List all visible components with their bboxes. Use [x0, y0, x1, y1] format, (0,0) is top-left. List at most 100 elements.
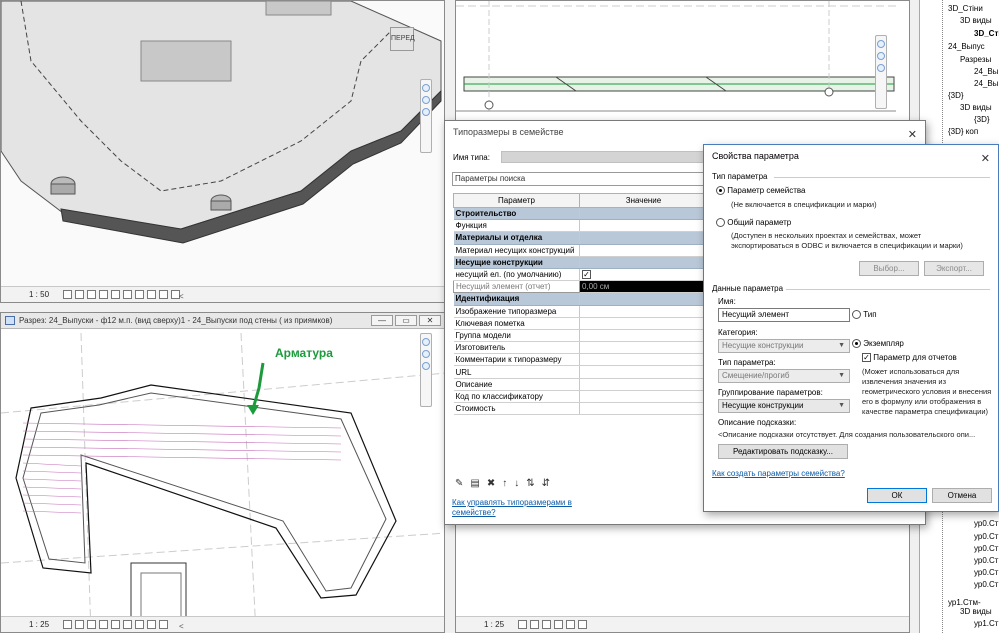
param-value-cell[interactable] — [579, 231, 708, 245]
shared-param-radio[interactable]: Общий параметр — [716, 218, 791, 228]
instance-radio[interactable]: Экземпляр — [852, 339, 904, 349]
shadows-icon[interactable] — [99, 290, 108, 299]
browser-tree-item[interactable]: 3D_Стіни — [948, 4, 983, 14]
browser-tree-item[interactable]: 3D_Сті — [974, 29, 999, 39]
edit-tooltip-button[interactable]: Редактировать подсказку... — [718, 444, 848, 459]
type-name-field[interactable] — [501, 151, 711, 163]
browser-tree-item[interactable]: 24_Вы — [974, 79, 998, 89]
report-param-checkbox[interactable]: ✓ Параметр для отчетов — [862, 353, 957, 363]
param-value-cell[interactable] — [579, 378, 708, 391]
category-select[interactable]: Несущие конструкции ▼ — [718, 339, 850, 353]
manage-types-help-link[interactable]: Как управлять типоразмерами в семействе? — [452, 498, 572, 518]
param-value-cell[interactable] — [579, 402, 708, 416]
param-value-cell[interactable] — [579, 207, 708, 221]
zoom-icon[interactable] — [422, 96, 430, 104]
table-row[interactable]: Код по классификатору — [453, 390, 708, 404]
param-value-cell[interactable] — [579, 317, 708, 330]
column-header-parameter[interactable]: Параметр — [453, 193, 580, 208]
crop-icon[interactable] — [123, 290, 132, 299]
table-row[interactable]: Материал несущих конструкций — [453, 244, 708, 257]
table-row[interactable]: Описание — [453, 378, 708, 391]
temp-hide-icon[interactable] — [159, 290, 168, 299]
render-icon[interactable] — [111, 620, 120, 629]
close-icon[interactable]: ✕ — [981, 148, 990, 170]
checkbox-checked-icon[interactable]: ✓ — [582, 270, 591, 280]
move-down-icon[interactable]: ↓ — [514, 478, 519, 489]
param-value-cell[interactable] — [579, 292, 708, 306]
grouping-select[interactable]: Несущие конструкции ▼ — [718, 399, 850, 413]
browser-tree-item[interactable]: ур0.Ст — [974, 519, 998, 529]
ok-button[interactable]: ОК — [867, 488, 927, 503]
temp-hide-icon[interactable] — [147, 620, 156, 629]
steering-wheel-icon[interactable] — [422, 84, 430, 92]
view-scale[interactable]: 1 : 25 — [29, 620, 49, 629]
edit-parameter-icon[interactable]: ✎ — [455, 478, 463, 489]
table-row[interactable]: Изготовитель — [453, 341, 708, 355]
table-row[interactable]: Несущий элемент (отчет) 0,00 см — [453, 280, 708, 294]
table-row[interactable]: Функция — [453, 219, 708, 233]
radio-unselected-icon[interactable] — [852, 310, 861, 320]
browser-tree-item[interactable]: ур0.Ст — [974, 580, 998, 590]
steering-wheel-icon[interactable] — [877, 40, 885, 48]
browser-tree-item[interactable]: ур0.Ст — [974, 556, 998, 566]
navigation-bar[interactable] — [875, 35, 887, 109]
param-value-cell[interactable] — [579, 219, 708, 233]
viewport-3d[interactable]: ПЕРЕД 1 : 50 < — [0, 0, 445, 303]
crop-region-icon[interactable] — [578, 620, 587, 629]
viewcube[interactable]: ПЕРЕД — [390, 27, 415, 51]
param-value-cell[interactable] — [579, 244, 708, 257]
view-scale[interactable]: 1 : 25 — [484, 620, 504, 629]
param-type-select[interactable]: Смещение/прогиб ▼ — [718, 369, 850, 383]
browser-tree-item[interactable]: {3D} — [948, 91, 964, 101]
browser-tree-item[interactable]: ур1.Ст — [974, 619, 998, 629]
crop-icon[interactable] — [123, 620, 132, 629]
viewport-plan[interactable]: Разрез: 24_Выпуски - ф12 м.п. (вид сверх… — [0, 312, 445, 633]
checkbox-checked-icon[interactable]: ✓ — [862, 353, 871, 363]
type-radio[interactable]: Тип — [852, 310, 877, 320]
navigation-bar[interactable] — [420, 333, 432, 407]
detail-level-icon[interactable] — [518, 620, 527, 629]
family-param-radio[interactable]: Параметр семейства — [716, 186, 806, 196]
browser-tree-item[interactable]: 3D виды — [960, 607, 992, 617]
table-row[interactable]: Группа модели — [453, 329, 708, 343]
shadows-icon[interactable] — [554, 620, 563, 629]
browser-tree-item[interactable]: 24_Вы — [974, 67, 998, 77]
name-input[interactable]: Несущий элемент — [718, 308, 850, 322]
table-group-row[interactable]: Несущие конструкции — [453, 256, 708, 269]
shadows-icon[interactable] — [99, 620, 108, 629]
scroll-left-icon[interactable]: < — [179, 289, 184, 302]
param-value-cell[interactable]: ✓ — [579, 268, 708, 282]
reveal-hidden-icon[interactable] — [159, 620, 168, 629]
select-button[interactable]: Выбор... — [859, 261, 919, 276]
crop-region-icon[interactable] — [135, 290, 144, 299]
view-scale[interactable]: 1 : 50 — [29, 290, 49, 299]
navigation-bar[interactable] — [420, 79, 432, 153]
param-value-cell[interactable]: 0,00 см — [579, 280, 708, 294]
close-icon[interactable]: ✕ — [908, 124, 917, 146]
param-value-cell[interactable] — [579, 329, 708, 343]
radio-unselected-icon[interactable] — [716, 218, 725, 228]
dialog-title-bar[interactable]: Типоразмеры в семействе ✕ — [445, 121, 925, 143]
detail-level-icon[interactable] — [63, 290, 72, 299]
render-icon[interactable] — [111, 290, 120, 299]
table-group-row[interactable]: Материалы и отделка — [453, 231, 708, 245]
browser-tree-item[interactable]: {3D} — [974, 115, 990, 125]
lock-3d-icon[interactable] — [147, 290, 156, 299]
sun-path-icon[interactable] — [542, 620, 551, 629]
sort-descending-icon[interactable]: ⇵ — [542, 478, 550, 489]
crop-icon[interactable] — [566, 620, 575, 629]
new-parameter-icon[interactable]: ▤ — [470, 478, 479, 489]
sun-path-icon[interactable] — [87, 620, 96, 629]
browser-tree-item[interactable]: ур0.Ст — [974, 532, 998, 542]
visual-style-icon[interactable] — [530, 620, 539, 629]
steering-wheel-icon[interactable] — [422, 338, 430, 346]
pan-icon[interactable] — [422, 108, 430, 116]
param-value-cell[interactable] — [579, 353, 708, 367]
radio-selected-icon[interactable] — [716, 186, 725, 196]
pan-icon[interactable] — [422, 362, 430, 370]
column-header-value[interactable]: Значение — [579, 193, 708, 208]
export-button[interactable]: Экспорт... — [924, 261, 984, 276]
sun-path-icon[interactable] — [87, 290, 96, 299]
table-group-row[interactable]: Идентификация — [453, 292, 708, 306]
param-value-cell[interactable] — [579, 256, 708, 269]
